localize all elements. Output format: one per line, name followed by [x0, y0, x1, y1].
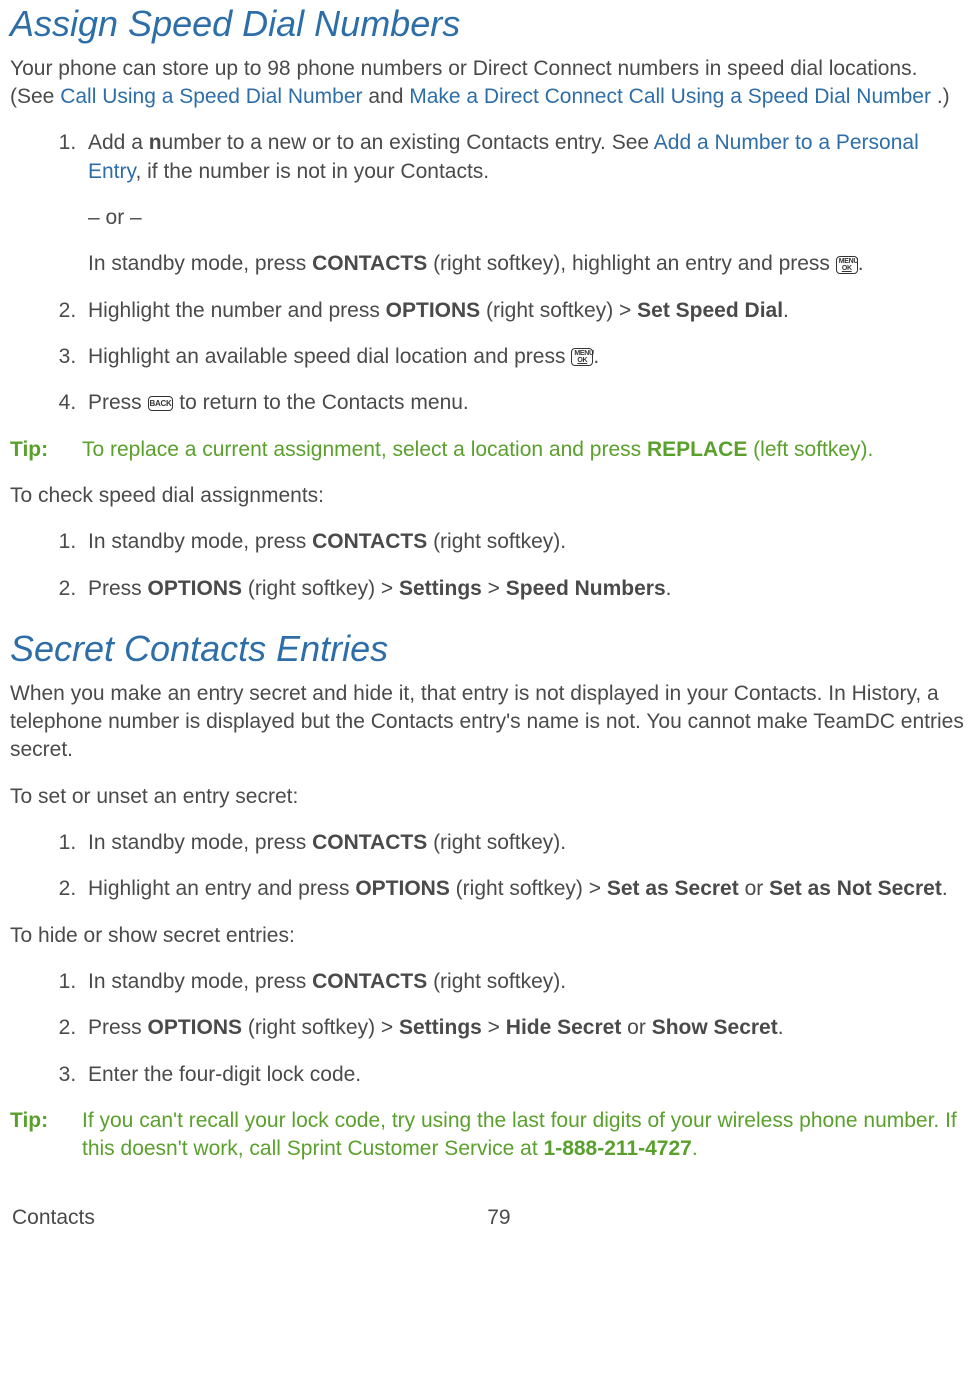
text: (right softkey) >: [242, 577, 399, 600]
text: (right softkey).: [427, 530, 566, 553]
steps-hide-secret: In standby mode, press CONTACTS (right s…: [10, 968, 965, 1089]
text: (right softkey).: [427, 831, 566, 854]
list-item: In standby mode, press CONTACTS (right s…: [82, 968, 965, 996]
text: Add a: [88, 131, 149, 154]
text: , if the number is not in your Contacts.: [135, 160, 489, 183]
text: In standby mode, press: [88, 530, 312, 553]
menu-ok-key-icon: MENUOK: [571, 348, 593, 366]
check-intro: To check speed dial assignments:: [10, 482, 965, 510]
footer-section-name: Contacts: [12, 1204, 95, 1232]
text: Highlight the number and press: [88, 299, 386, 322]
text: Set Speed Dial: [637, 299, 783, 322]
list-item: Add a number to a new or to an existing …: [82, 129, 965, 278]
steps-assign: Add a number to a new or to an existing …: [10, 129, 965, 417]
text: .: [692, 1137, 698, 1160]
text: .): [937, 85, 950, 108]
text: .: [778, 1016, 784, 1039]
tip-body: To replace a current assignment, select …: [82, 436, 965, 464]
text: .: [593, 345, 599, 368]
text: 1-888-211-4727: [544, 1137, 692, 1160]
text: Show Secret: [652, 1016, 778, 1039]
text: (right softkey) >: [450, 877, 607, 900]
text: or: [621, 1016, 651, 1039]
text: CONTACTS: [312, 970, 427, 993]
text: – or –: [88, 204, 965, 232]
text: Press: [88, 391, 148, 414]
tip-replace: Tip: To replace a current assignment, se…: [10, 436, 965, 464]
text: umber to a new or to an existing Contact…: [162, 131, 654, 154]
set-intro: To set or unset an entry secret:: [10, 783, 965, 811]
text: CONTACTS: [312, 530, 427, 553]
steps-check: In standby mode, press CONTACTS (right s…: [10, 528, 965, 603]
text: In standby mode, press: [88, 252, 312, 275]
text: (right softkey).: [427, 970, 566, 993]
text: To replace a current assignment, select …: [82, 438, 647, 461]
text: and: [368, 85, 409, 108]
text: .: [942, 877, 948, 900]
text: OPTIONS: [355, 877, 450, 900]
link-call-using-speed-dial[interactable]: Call Using a Speed Dial Number: [60, 85, 362, 108]
text: Press: [88, 1016, 148, 1039]
list-item: Highlight the number and press OPTIONS (…: [82, 297, 965, 325]
text: Settings: [399, 577, 482, 600]
text: to return to the Contacts menu.: [173, 391, 468, 414]
text: Set as Not Secret: [769, 877, 942, 900]
text: OPTIONS: [148, 577, 243, 600]
steps-set-secret: In standby mode, press CONTACTS (right s…: [10, 829, 965, 904]
tip-body: If you can't recall your lock code, try …: [82, 1107, 965, 1164]
menu-ok-key-icon: MENUOK: [836, 256, 858, 274]
text: Press: [88, 577, 148, 600]
text: (right softkey) >: [480, 299, 637, 322]
heading-assign-speed-dial: Assign Speed Dial Numbers: [10, 0, 965, 49]
text: CONTACTS: [312, 831, 427, 854]
text: or: [739, 877, 769, 900]
text: Settings: [399, 1016, 482, 1039]
link-make-direct-connect-call[interactable]: Make a Direct Connect Call Using a Speed…: [409, 85, 931, 108]
text: In standby mode, press: [88, 970, 312, 993]
list-item: Highlight an entry and press OPTIONS (ri…: [82, 875, 965, 903]
text: If you can't recall your lock code, try …: [82, 1109, 957, 1160]
text: .: [666, 577, 672, 600]
text: >: [482, 1016, 506, 1039]
text: OPTIONS: [386, 299, 481, 322]
text: Highlight an available speed dial locati…: [88, 345, 571, 368]
text: CONTACTS: [312, 252, 427, 275]
text: (right softkey), highlight an entry and …: [427, 252, 836, 275]
text: Speed Numbers: [506, 577, 666, 600]
text: .: [783, 299, 789, 322]
secret-intro: When you make an entry secret and hide i…: [10, 680, 965, 765]
text: OPTIONS: [148, 1016, 243, 1039]
list-item: Press BACK to return to the Contacts men…: [82, 389, 965, 417]
list-item: Highlight an available speed dial locati…: [82, 343, 965, 371]
tip-lock-code: Tip: If you can't recall your lock code,…: [10, 1107, 965, 1164]
text: .: [858, 252, 864, 275]
list-item: In standby mode, press CONTACTS (right s…: [82, 528, 965, 556]
text: In standby mode, press: [88, 831, 312, 854]
list-item: Press OPTIONS (right softkey) > Settings…: [82, 575, 965, 603]
text: Set as Secret: [607, 877, 739, 900]
back-key-icon: BACK: [148, 396, 174, 411]
text: >: [482, 577, 506, 600]
page-footer: Contacts 79: [10, 1204, 965, 1232]
text: (left softkey).: [747, 438, 873, 461]
text: Highlight an entry and press: [88, 877, 355, 900]
text: (right softkey) >: [242, 1016, 399, 1039]
hide-intro: To hide or show secret entries:: [10, 922, 965, 950]
text: Enter the four-digit lock code.: [88, 1063, 361, 1086]
heading-secret-contacts: Secret Contacts Entries: [10, 625, 965, 674]
text: n: [149, 131, 162, 154]
intro-paragraph: Your phone can store up to 98 phone numb…: [10, 55, 965, 112]
tip-label: Tip:: [10, 1107, 82, 1135]
text: Hide Secret: [506, 1016, 622, 1039]
list-item: Press OPTIONS (right softkey) > Settings…: [82, 1014, 965, 1042]
footer-page-number: 79: [487, 1204, 510, 1232]
tip-label: Tip:: [10, 436, 82, 464]
list-item: Enter the four-digit lock code.: [82, 1061, 965, 1089]
list-item: In standby mode, press CONTACTS (right s…: [82, 829, 965, 857]
text: REPLACE: [647, 438, 747, 461]
